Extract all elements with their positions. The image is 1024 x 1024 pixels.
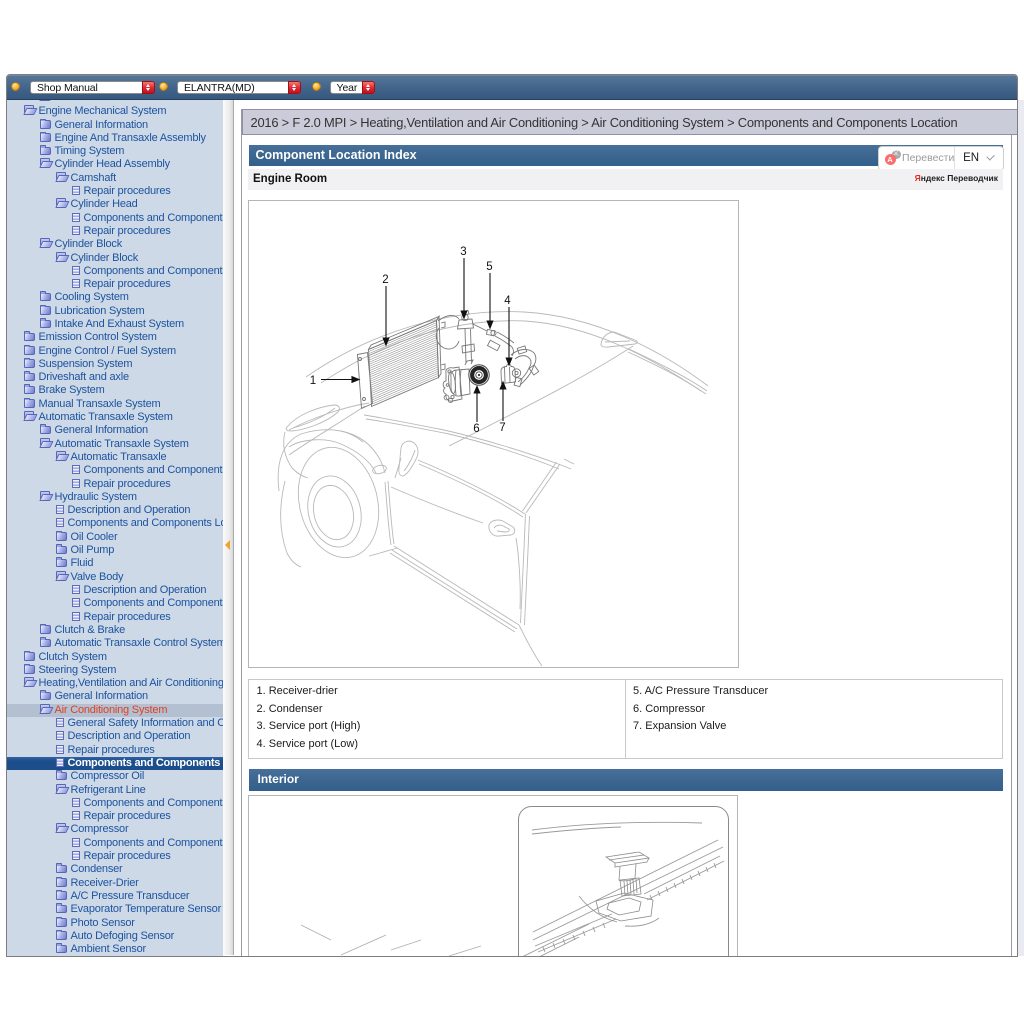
svg-text:5: 5 (486, 261, 492, 273)
svg-text:3: 3 (460, 246, 466, 258)
svg-text:6: 6 (473, 423, 479, 435)
svg-text:1: 1 (309, 375, 315, 387)
svg-text:2: 2 (382, 274, 388, 286)
svg-text:4: 4 (504, 295, 511, 307)
svg-text:7: 7 (499, 422, 505, 434)
